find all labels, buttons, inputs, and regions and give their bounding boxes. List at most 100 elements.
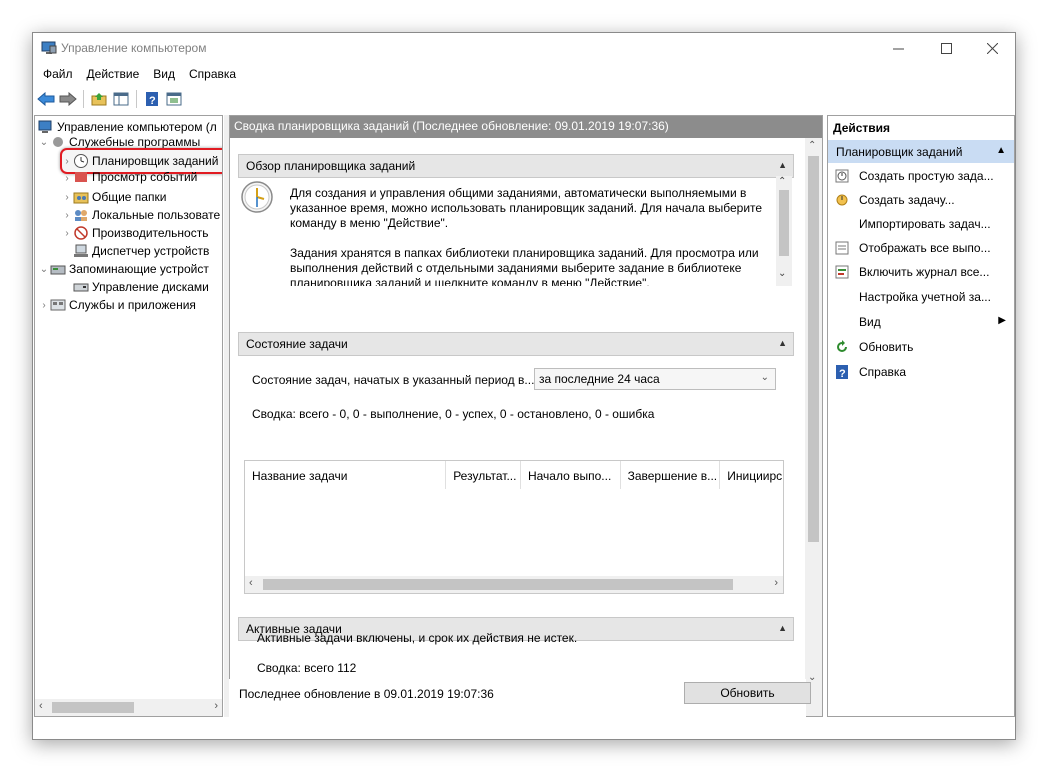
actions-group-header[interactable]: Планировщик заданий ▲ (828, 140, 1014, 163)
menu-file[interactable]: Файл (36, 65, 80, 83)
scroll-thumb[interactable] (808, 156, 819, 542)
tree-item-task-scheduler[interactable]: › Планировщик заданий (61, 152, 218, 170)
up-folder-button[interactable] (88, 88, 110, 110)
scroll-right-icon[interactable]: › (214, 700, 218, 712)
scheduler-summary-panel: Сводка планировщика заданий (Последнее о… (229, 115, 823, 717)
expand-chevron-icon[interactable]: › (61, 228, 73, 239)
expand-chevron-icon[interactable]: › (61, 156, 73, 167)
scroll-up-icon[interactable]: ⌃ (778, 176, 786, 187)
maximize-icon (940, 42, 952, 54)
action-refresh[interactable]: Обновить (828, 335, 1014, 359)
scroll-up-icon[interactable]: ⌃ (808, 140, 816, 151)
action-label: Импортировать задач... (859, 217, 991, 231)
action-import-task[interactable]: Импортировать задач... (828, 212, 1014, 236)
tree-label: Службы и приложения (69, 298, 196, 312)
tree-item-system-tools[interactable]: ⌄ Служебные программы (38, 136, 200, 148)
column-task-name[interactable]: Название задачи (245, 461, 447, 489)
scroll-thumb[interactable] (52, 702, 134, 713)
expand-chevron-icon[interactable]: › (61, 192, 73, 203)
tree-label: Локальные пользовате (92, 208, 221, 222)
action-label: Обновить (859, 340, 914, 354)
minimize-button[interactable] (875, 33, 921, 63)
scroll-down-icon[interactable]: ⌄ (778, 268, 786, 279)
section-title: Состояние задачи (246, 337, 348, 351)
tree-item-storage[interactable]: ⌄ Запоминающие устройст (38, 260, 209, 278)
forward-button[interactable] (57, 88, 79, 110)
action-create-basic-task[interactable]: Создать простую зада... (828, 164, 1014, 188)
action-view[interactable]: Вид ▶ (828, 310, 1014, 334)
scroll-right-icon[interactable]: › (774, 577, 778, 589)
maximize-button[interactable] (923, 33, 969, 63)
collapse-chevron-icon[interactable]: ⌄ (38, 137, 50, 148)
tree-item-performance[interactable]: › Производительность (61, 224, 208, 242)
tree-item-services-apps[interactable]: › Службы и приложения (38, 296, 196, 314)
menu-help[interactable]: Справка (182, 65, 243, 83)
action-label: Включить журнал все... (859, 265, 990, 279)
services-apps-icon (50, 297, 66, 313)
shared-folders-icon (73, 189, 89, 205)
help-button[interactable]: ? (141, 88, 163, 110)
collapse-up-icon[interactable]: ▲ (778, 338, 787, 348)
task-status-grid: Название задачи Результат... Начало выпо… (244, 460, 784, 594)
overview-scrollbar[interactable]: ⌃ ⌄ (776, 176, 792, 286)
column-start[interactable]: Начало выпо... (521, 461, 621, 489)
scroll-thumb[interactable] (779, 190, 789, 256)
scroll-left-icon[interactable]: ‹ (39, 700, 43, 712)
back-icon (37, 92, 55, 106)
center-vertical-scrollbar[interactable]: ⌃ ⌄ (805, 138, 822, 716)
actions-title: Действия (833, 121, 891, 135)
svg-text:?: ? (839, 368, 846, 380)
action-enable-history[interactable]: Включить журнал все... (828, 260, 1014, 284)
column-initiator[interactable]: Инициирс (720, 461, 783, 489)
expand-chevron-icon[interactable]: › (38, 300, 50, 311)
storage-icon (50, 261, 66, 277)
section-title: Обзор планировщика заданий (246, 159, 416, 173)
action-help[interactable]: ? Справка (828, 360, 1014, 384)
refresh-button[interactable]: Обновить (684, 682, 811, 704)
svg-text:?: ? (149, 95, 156, 107)
close-icon (986, 42, 998, 54)
action-label: Создать задачу... (859, 193, 955, 207)
collapse-up-icon[interactable]: ▲ (778, 623, 787, 633)
properties-button[interactable] (163, 88, 185, 110)
tree-item-device-manager[interactable]: Диспетчер устройств (73, 242, 209, 260)
column-end[interactable]: Завершение в... (621, 461, 721, 489)
collapse-chevron-icon[interactable]: ⌄ (38, 264, 50, 275)
tree-label: Диспетчер устройств (92, 244, 210, 258)
display-running-tasks-icon (834, 240, 850, 256)
action-display-running-tasks[interactable]: Отображать все выпо... (828, 236, 1014, 260)
tree-label: Просмотр событий (92, 172, 198, 184)
close-button[interactable] (969, 33, 1015, 63)
grid-horizontal-scrollbar[interactable]: ‹ › (245, 576, 783, 593)
action-account-settings[interactable]: Настройка учетной за... (828, 285, 1014, 309)
menu-view[interactable]: Вид (146, 65, 182, 83)
menu-action[interactable]: Действие (80, 65, 147, 83)
computer-management-window: Управление компьютером Файл Действие Вид… (32, 32, 1016, 740)
collapse-up-icon[interactable]: ▲ (778, 160, 787, 170)
scroll-thumb[interactable] (263, 579, 733, 590)
overview-content: Для создания и управления общими задания… (238, 176, 794, 286)
expand-chevron-icon[interactable]: › (61, 173, 73, 184)
tree-item-root[interactable]: Управление компьютером (л (38, 118, 217, 136)
tree-label: Запоминающие устройст (69, 262, 209, 276)
tree-horizontal-scrollbar[interactable]: ‹ › (35, 699, 222, 716)
tree-label: Управление дисками (92, 280, 209, 294)
back-button[interactable] (35, 88, 57, 110)
scroll-left-icon[interactable]: ‹ (249, 577, 253, 589)
expand-chevron-icon[interactable]: › (61, 210, 73, 221)
active-tasks-text: Активные задачи включены, и срок их дейс… (257, 631, 578, 645)
overview-section-header[interactable]: Обзор планировщика заданий ▲ (238, 154, 794, 178)
tree-item-local-users[interactable]: › Локальные пользовате (61, 206, 220, 224)
show-hide-tree-button[interactable] (110, 88, 132, 110)
navigation-tree: Управление компьютером (л ⌄ Служебные пр… (34, 115, 223, 717)
tree-item-disk-management[interactable]: Управление дисками (73, 278, 209, 296)
device-manager-icon (73, 243, 89, 259)
active-tasks-summary: Сводка: всего 112 (257, 661, 357, 675)
task-status-section-header[interactable]: Состояние задачи ▲ (238, 332, 794, 356)
action-create-task[interactable]: Создать задачу... (828, 188, 1014, 212)
collapse-up-icon[interactable]: ▲ (996, 145, 1006, 156)
column-result[interactable]: Результат... (446, 461, 521, 489)
tree-item-event-viewer[interactable]: › Просмотр событий (61, 172, 197, 184)
period-dropdown[interactable]: за последние 24 часа ⌄ (534, 368, 776, 390)
tree-item-shared-folders[interactable]: › Общие папки (61, 188, 166, 206)
